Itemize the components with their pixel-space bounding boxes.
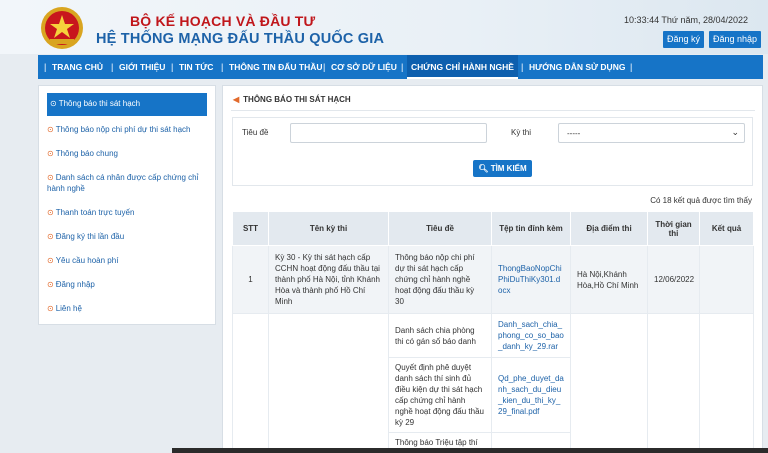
main-nav: | TRANG CHỦ | GIỚI THIỆU | TIN TỨC | THÔ…: [38, 55, 763, 79]
sidebar-item-login[interactable]: ⊙ Đăng nhập: [47, 279, 207, 290]
chevron-down-icon: ⌄: [731, 127, 739, 137]
nav-item-database[interactable]: CƠ SỞ DỮ LIỆU: [331, 55, 397, 79]
nav-item-about[interactable]: GIỚI THIỆU: [119, 55, 165, 79]
row-exam-name: Kỳ 30 - Kỳ thi sát hạch cấp CCHN hoạt độ…: [268, 245, 389, 314]
sidebar-item-label: Danh sách cá nhân được cấp chứng chỉ hàn…: [47, 173, 199, 193]
doc-title: Danh sách chia phòng thi có gán số báo d…: [388, 313, 492, 358]
search-form: Tiêu đề Kỳ thi ----- ⌄ 🔍︎ TÌM KIẾM: [232, 117, 753, 186]
col-header-stt: STT: [232, 211, 269, 246]
sidebar-item-exam-notice[interactable]: ⊙ Thông báo thi sát hạch: [47, 93, 207, 116]
title-input[interactable]: [290, 123, 487, 143]
col-header-result: Kết quả: [699, 211, 754, 246]
sidebar-item-certified-list[interactable]: ⊙ Danh sách cá nhân được cấp chứng chỉ hà…: [47, 172, 207, 194]
exam-label: Kỳ thi: [511, 128, 532, 137]
exam-select[interactable]: ----- ⌄: [558, 123, 745, 143]
nav-separator: |: [44, 62, 47, 72]
sidebar: ⊙ Thông báo thi sát hạch ⊙ Thông báo nộp c…: [38, 85, 216, 325]
col-header-attachment: Tệp tin đính kèm: [491, 211, 571, 246]
sidebar-item-label: Thông báo nộp chi phí dự thi sát hạch: [55, 125, 191, 134]
table-header-row: STT Tên kỳ thi Tiêu đề Tệp tin đính kèm …: [232, 211, 754, 246]
col-header-date: Thời gian thi: [647, 211, 700, 246]
empty-cell: [699, 313, 754, 453]
bullet-icon: ⊙: [47, 280, 54, 289]
nav-separator: |: [630, 62, 633, 72]
bullet-icon: ⊙: [47, 256, 54, 265]
nav-separator: |: [221, 62, 224, 72]
sidebar-item-label: Thông báo thi sát hạch: [58, 99, 141, 108]
row-date: 12/06/2022: [647, 245, 700, 314]
section-title-text: THÔNG BÁO THI SÁT HẠCH: [243, 95, 351, 104]
col-header-exam-name: Tên kỳ thi: [268, 211, 389, 246]
doc-file-cell: Qd_phe_duyet_danh_sach_du_dieu_kien_du_t…: [491, 357, 571, 433]
nav-item-news[interactable]: TIN TỨC: [179, 55, 213, 79]
nav-separator: |: [401, 62, 404, 72]
sidebar-item-refund-request[interactable]: ⊙ Yêu cầu hoàn phí: [47, 255, 207, 266]
taskbar-edge: [172, 448, 768, 453]
sidebar-item-label: Thông báo chung: [55, 149, 118, 158]
search-button[interactable]: 🔍︎ TÌM KIẾM: [473, 160, 532, 177]
bullet-icon: ⊙: [50, 99, 57, 108]
search-button-label: TÌM KIẾM: [490, 164, 527, 173]
register-button[interactable]: Đăng ký: [663, 31, 704, 48]
bullet-icon: ⊙: [47, 208, 54, 217]
sidebar-item-label: Yêu cầu hoàn phí: [55, 256, 119, 265]
empty-cell: [570, 313, 648, 453]
sidebar-item-first-registration[interactable]: ⊙ Đăng ký thi lần đầu: [47, 231, 207, 242]
exam-select-value: -----: [567, 129, 581, 138]
main-content: ◀ THÔNG BÁO THI SÁT HẠCH Tiêu đề Kỳ thi -…: [222, 85, 763, 453]
result-count: Có 18 kết quả được tìm thấy: [650, 196, 752, 205]
nav-item-procurement-info[interactable]: THÔNG TIN ĐẤU THẦU: [229, 55, 323, 79]
title-label: Tiêu đề: [242, 128, 269, 137]
nav-item-certificate[interactable]: CHỨNG CHỈ HÀNH NGHỀ: [407, 55, 518, 79]
system-title: HỆ THỐNG MẠNG ĐẤU THẦU QUỐC GIA: [96, 31, 385, 47]
empty-cell: [268, 313, 389, 453]
file-link[interactable]: ThongBaoNopChiPhiDuThiKy301.docx: [498, 264, 562, 295]
sidebar-item-fee-notice[interactable]: ⊙ Thông báo nộp chi phí dự thi sát hạch: [47, 124, 207, 135]
row-stt: 1: [232, 245, 269, 314]
sidebar-item-contact[interactable]: ⊙ Liên hệ: [47, 303, 207, 314]
row-location: Hà Nội,Khánh Hòa,Hồ Chí Minh: [570, 245, 648, 314]
section-divider: [231, 110, 755, 111]
national-emblem-icon: [41, 7, 83, 49]
nav-item-home[interactable]: TRANG CHỦ: [52, 55, 103, 79]
col-header-location: Địa điểm thi: [570, 211, 648, 246]
doc-file-cell: ThongBaoNopChiPhiDuThiKy301.docx: [491, 245, 571, 314]
nav-separator: |: [323, 62, 326, 72]
section-title: ◀ THÔNG BÁO THI SÁT HẠCH: [233, 95, 351, 104]
row-result: [699, 245, 754, 314]
sidebar-item-label: Đăng ký thi lần đầu: [55, 232, 125, 241]
nav-separator: |: [111, 62, 114, 72]
current-datetime: 10:33:44 Thứ năm, 28/04/2022: [624, 15, 748, 25]
sidebar-item-general-notice[interactable]: ⊙ Thông báo chung: [47, 148, 207, 159]
nav-separator: |: [171, 62, 174, 72]
sidebar-item-label: Thanh toán trực tuyến: [55, 208, 135, 217]
file-link[interactable]: Danh_sach_chia_phong_co_so_bao_danh_ky_2…: [498, 320, 564, 351]
col-header-title: Tiêu đề: [388, 211, 492, 246]
megaphone-icon: ◀: [233, 95, 240, 104]
file-link[interactable]: Qd_phe_duyet_danh_sach_du_dieu_kien_du_t…: [498, 374, 564, 416]
doc-file-cell: Danh_sach_chia_phong_co_so_bao_danh_ky_2…: [491, 313, 571, 358]
nav-separator: |: [521, 62, 524, 72]
empty-cell: [647, 313, 700, 453]
login-button[interactable]: Đăng nhập: [709, 31, 761, 48]
results-table: STT Tên kỳ thi Tiêu đề Tệp tin đính kèm …: [232, 211, 754, 453]
sidebar-item-label: Liên hệ: [55, 304, 82, 313]
bullet-icon: ⊙: [47, 232, 54, 241]
nav-item-user-guide[interactable]: HƯỚNG DẪN SỬ DỤNG: [529, 55, 625, 79]
table-row: 1 Kỳ 30 - Kỳ thi sát hạch cấp CCHN hoạt …: [232, 245, 754, 314]
bullet-icon: ⊙: [47, 304, 54, 313]
doc-title: Quyết định phê duyệt danh sách thí sinh …: [388, 357, 492, 433]
bullet-icon: ⊙: [47, 173, 54, 182]
bullet-icon: ⊙: [47, 125, 54, 134]
sidebar-item-online-payment[interactable]: ⊙ Thanh toán trực tuyến: [47, 207, 207, 218]
search-icon: 🔍︎: [478, 164, 489, 173]
ministry-title: BỘ KẾ HOẠCH VÀ ĐẦU TƯ: [130, 13, 316, 29]
site-header: BỘ KẾ HOẠCH VÀ ĐẦU TƯ HỆ THỐNG MẠNG ĐẤU …: [0, 0, 768, 54]
table-row: Danh sách chia phòng thi có gán số báo d…: [232, 313, 754, 453]
empty-cell: [232, 313, 269, 453]
doc-title: Thông báo nộp chi phí dự thi sát hạch cấ…: [388, 245, 492, 314]
sidebar-item-label: Đăng nhập: [55, 280, 95, 289]
bullet-icon: ⊙: [47, 149, 54, 158]
